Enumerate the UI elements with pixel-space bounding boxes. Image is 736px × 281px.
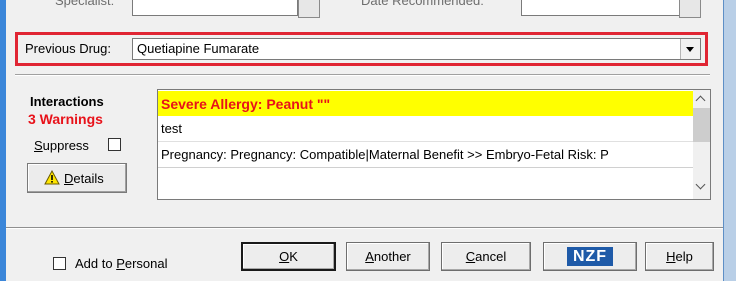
section-divider-highlight [15,75,710,76]
details-label-rest: etails [73,171,104,186]
add-label-post: ersonal [124,256,168,271]
another-button[interactable]: Another [346,242,430,271]
window-frame-edge [723,0,724,281]
interactions-title: Interactions [30,94,104,109]
date-recommended-label: Date Recommended: [361,0,484,8]
list-item-text: test [161,121,182,136]
date-picker-button[interactable] [679,0,701,18]
window-frame-left [0,0,6,281]
vertical-scrollbar[interactable] [693,90,710,199]
list-item-text: Pregnancy: Pregnancy: Compatible|Materna… [161,147,609,162]
specialist-lookup-button[interactable] [298,0,320,18]
scrollbar-thumb[interactable] [693,108,710,142]
ok-mnemonic: O [279,249,290,264]
suppress-checkbox[interactable] [108,138,121,151]
footer-divider-highlight [6,228,723,229]
list-item[interactable]: test [158,116,708,142]
list-item[interactable]: Pregnancy: Pregnancy: Compatible|Materna… [158,142,708,168]
another-rest: nother [373,249,411,264]
add-to-personal-checkbox[interactable] [53,257,66,270]
add-label-mnemonic: P [116,256,125,271]
ok-button[interactable]: OK [241,242,336,271]
nzf-logo: NZF [566,247,614,266]
specialist-field[interactable] [132,0,298,16]
date-recommended-field[interactable] [521,0,680,16]
previous-drug-dropdown-button[interactable] [680,39,700,59]
nzf-button[interactable]: NZF [543,242,637,271]
ok-rest: K [289,249,298,264]
chevron-down-icon[interactable] [695,179,706,190]
suppress-label-rest: uppress [42,138,89,153]
window-frame-right [723,0,736,281]
help-mnemonic: H [666,249,676,264]
interactions-list[interactable]: Severe Allergy: Peanut "" test Pregnancy… [157,89,711,200]
details-button[interactable]: Details [27,163,127,193]
previous-drug-value: Quetiapine Fumarate [137,41,260,56]
add-to-personal-label: Add to Personal [75,256,168,271]
list-item-text: Severe Allergy: Peanut "" [161,96,331,112]
suppress-label: Suppress [34,138,89,153]
suppress-label-mnemonic: S [34,138,43,153]
cancel-button[interactable]: Cancel [441,242,531,271]
details-label-mnemonic: D [64,171,74,186]
chevron-down-icon [686,47,694,52]
cancel-rest: ancel [475,249,507,264]
add-label-pre: Add to [75,256,117,271]
cancel-mnemonic: C [465,249,476,264]
specialist-label: Specialist: [55,0,115,8]
warning-triangle-icon [44,170,60,185]
previous-drug-combobox[interactable]: Quetiapine Fumarate [132,38,701,60]
help-button[interactable]: Help [645,242,714,271]
previous-drug-label: Previous Drug: [25,41,111,56]
prescription-dialog: Specialist: Date Recommended: Previous D… [0,0,736,281]
list-item[interactable]: Severe Allergy: Peanut "" [158,91,708,116]
help-rest: elp [675,249,693,264]
another-mnemonic: A [365,249,374,264]
details-label: Details [64,171,104,186]
chevron-up-icon[interactable] [695,95,706,106]
warnings-count: 3 Warnings [28,111,103,127]
